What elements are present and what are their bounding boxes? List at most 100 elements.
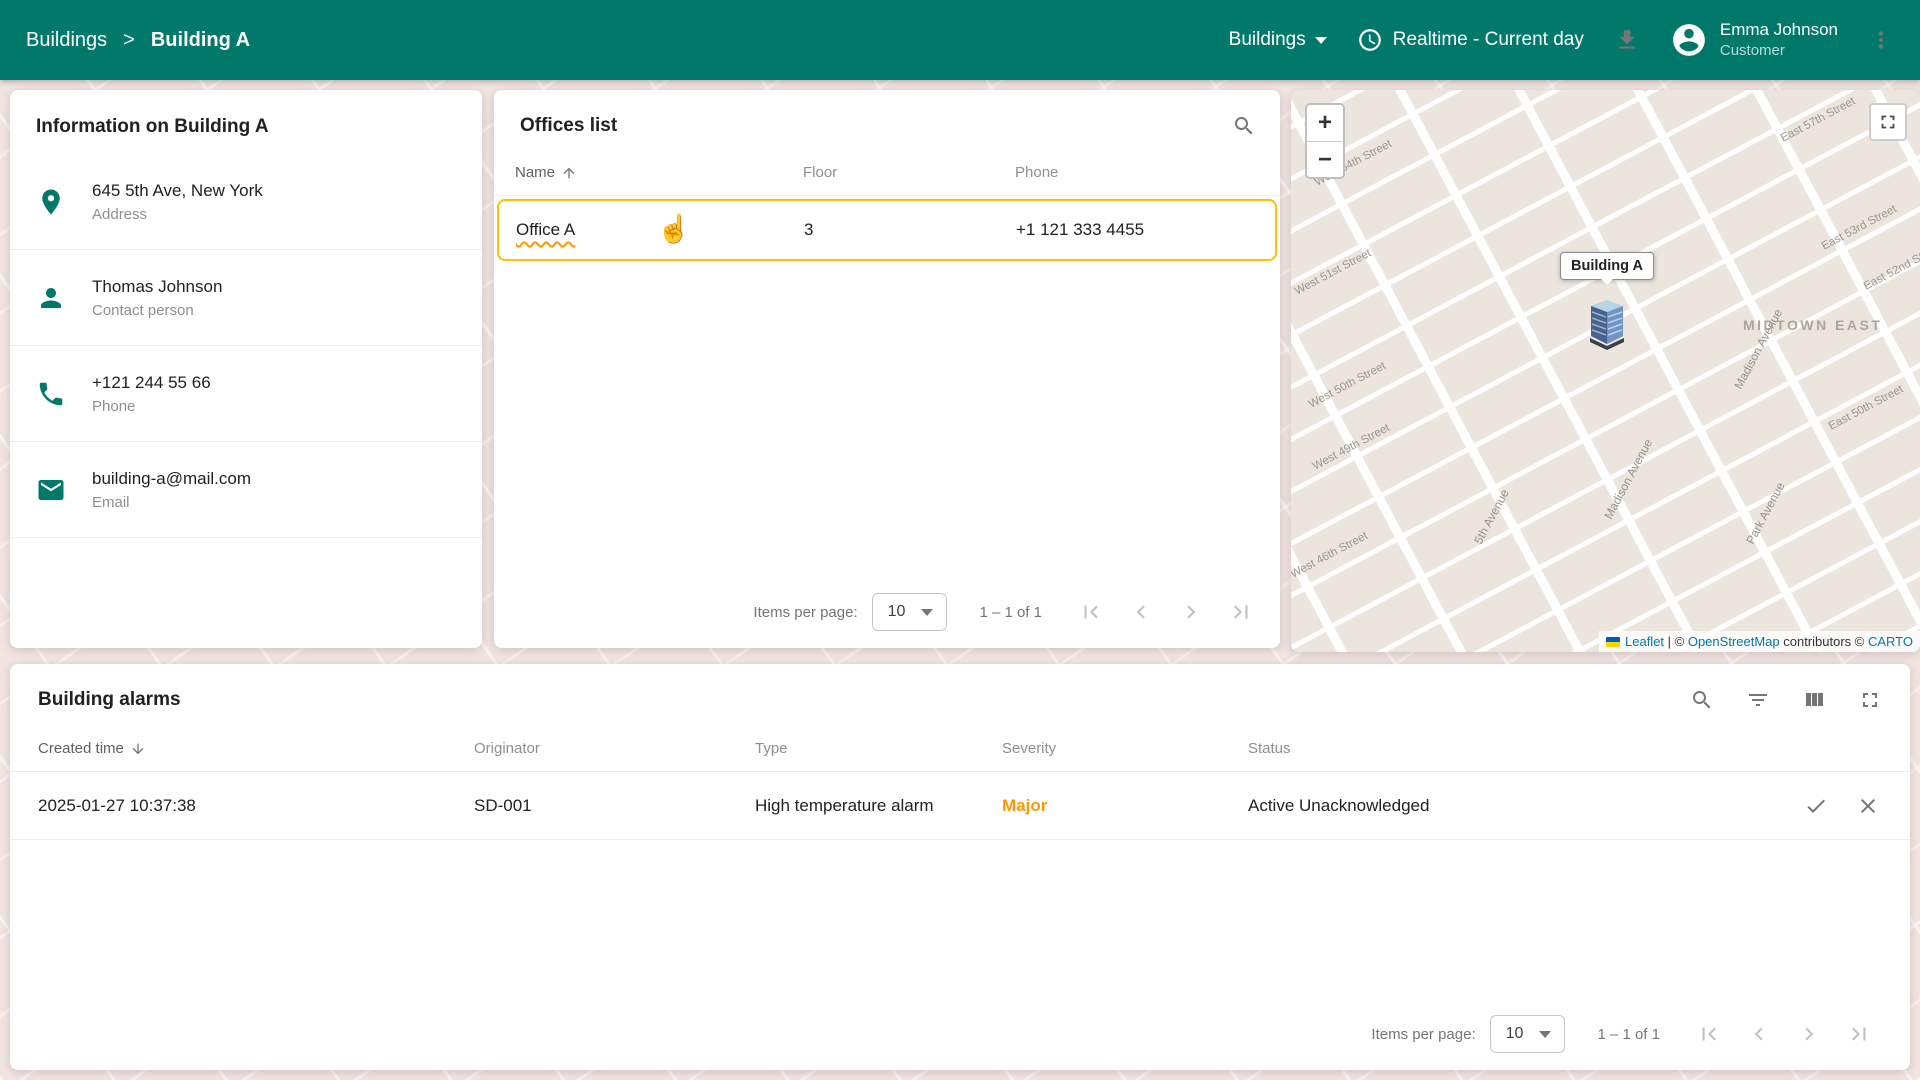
last-page-icon bbox=[1846, 1021, 1872, 1047]
alarm-originator-cell: SD-001 bbox=[474, 796, 755, 816]
next-page-button[interactable] bbox=[1178, 599, 1204, 625]
breadcrumb-root[interactable]: Buildings bbox=[26, 29, 107, 52]
clock-icon bbox=[1357, 27, 1383, 53]
user-menu[interactable]: Emma Johnson Customer bbox=[1670, 19, 1838, 61]
address-value: 645 5th Ave, New York bbox=[92, 181, 263, 201]
more-menu-button[interactable] bbox=[1868, 27, 1894, 53]
email-value: building-a@mail.com bbox=[92, 469, 251, 489]
leaflet-link[interactable]: Leaflet bbox=[1625, 634, 1664, 649]
avatar-icon bbox=[1670, 21, 1708, 59]
first-page-button[interactable] bbox=[1078, 599, 1104, 625]
entity-select-label: Buildings bbox=[1229, 29, 1306, 51]
alarms-fullscreen-button[interactable] bbox=[1858, 688, 1882, 712]
timewindow-label: Realtime - Current day bbox=[1393, 29, 1584, 51]
area-label: MIDTOWN EAST bbox=[1743, 317, 1882, 333]
user-name: Emma Johnson bbox=[1720, 19, 1838, 41]
alarms-search-button[interactable] bbox=[1690, 688, 1714, 712]
info-item-email: building-a@mail.com Email bbox=[10, 442, 482, 538]
breadcrumb-separator: > bbox=[123, 29, 135, 52]
items-per-page-label: Items per page: bbox=[753, 604, 857, 621]
contact-value: Thomas Johnson bbox=[92, 277, 222, 297]
ukraine-flag-icon bbox=[1606, 637, 1620, 647]
next-page-button[interactable] bbox=[1796, 1021, 1822, 1047]
osm-link[interactable]: OpenStreetMap bbox=[1688, 634, 1780, 649]
offices-list-card: Offices list Name Floor Phone Office A 3… bbox=[494, 90, 1280, 648]
check-icon bbox=[1804, 794, 1828, 818]
first-page-button[interactable] bbox=[1696, 1021, 1722, 1047]
alarms-column-type[interactable]: Type bbox=[755, 740, 1002, 757]
prev-page-button[interactable] bbox=[1746, 1021, 1772, 1047]
office-row[interactable]: Office A 3 +1 121 333 4455 ☝ bbox=[497, 199, 1277, 261]
topbar: Buildings > Building A Buildings Realtim… bbox=[0, 0, 1920, 80]
alarm-type-cell: High temperature alarm bbox=[755, 796, 1002, 816]
last-page-button[interactable] bbox=[1846, 1021, 1872, 1047]
chevron-right-icon bbox=[1796, 1021, 1822, 1047]
first-page-icon bbox=[1078, 599, 1104, 625]
download-button[interactable] bbox=[1614, 27, 1640, 53]
acknowledge-alarm-button[interactable] bbox=[1804, 794, 1828, 818]
offices-column-phone[interactable]: Phone bbox=[1015, 164, 1262, 181]
chevron-down-icon bbox=[921, 609, 933, 616]
alarms-paginator: Items per page: 10 1 – 1 of 1 bbox=[10, 998, 1910, 1070]
offices-search-button[interactable] bbox=[1232, 114, 1256, 138]
search-icon bbox=[1690, 688, 1714, 712]
clear-alarm-button[interactable] bbox=[1856, 794, 1880, 818]
last-page-button[interactable] bbox=[1228, 599, 1254, 625]
prev-page-button[interactable] bbox=[1128, 599, 1154, 625]
email-icon bbox=[36, 475, 66, 505]
map-marker-tooltip: Building A bbox=[1560, 252, 1654, 280]
timewindow-button[interactable]: Realtime - Current day bbox=[1357, 27, 1584, 53]
offices-table-header: Name Floor Phone bbox=[494, 150, 1280, 196]
info-item-address: 645 5th Ave, New York Address bbox=[10, 154, 482, 250]
building-alarms-card: Building alarms Created time Originator … bbox=[10, 664, 1910, 1070]
offices-card-title: Offices list bbox=[520, 115, 617, 137]
chevron-down-icon bbox=[1539, 1031, 1551, 1038]
fullscreen-icon bbox=[1858, 688, 1882, 712]
cursor-hand-icon: ☝ bbox=[657, 213, 691, 245]
sort-asc-icon bbox=[561, 165, 577, 181]
download-icon bbox=[1614, 27, 1640, 53]
basemap: West 54th Street East 57th Street West 5… bbox=[1291, 90, 1920, 652]
building-icon bbox=[1587, 292, 1627, 354]
building-marker[interactable] bbox=[1587, 292, 1627, 359]
map-attribution: Leaflet | © OpenStreetMap contributors ©… bbox=[1599, 631, 1920, 652]
zoom-control: + − bbox=[1305, 103, 1345, 179]
office-floor-cell: 3 bbox=[804, 220, 1016, 240]
building-info-card: Information on Building A 645 5th Ave, N… bbox=[10, 90, 482, 648]
alarms-column-originator[interactable]: Originator bbox=[474, 740, 755, 757]
entity-select-dropdown[interactable]: Buildings bbox=[1229, 29, 1327, 51]
first-page-icon bbox=[1696, 1021, 1722, 1047]
alarms-column-status[interactable]: Status bbox=[1248, 740, 1760, 757]
alarms-column-created[interactable]: Created time bbox=[38, 740, 474, 757]
alarm-status-cell: Active Unacknowledged bbox=[1248, 796, 1760, 816]
email-label: Email bbox=[92, 494, 251, 511]
breadcrumb: Buildings > Building A bbox=[26, 29, 250, 52]
items-per-page-select[interactable]: 10 bbox=[872, 593, 948, 631]
columns-icon bbox=[1802, 688, 1826, 712]
zoom-in-button[interactable]: + bbox=[1307, 105, 1343, 141]
carto-link[interactable]: CARTO bbox=[1868, 634, 1913, 649]
more-vert-icon bbox=[1868, 27, 1894, 53]
chevron-left-icon bbox=[1128, 599, 1154, 625]
breadcrumb-current: Building A bbox=[151, 29, 250, 52]
chevron-right-icon bbox=[1178, 599, 1204, 625]
phone-label: Phone bbox=[92, 398, 211, 415]
offices-column-name[interactable]: Name bbox=[515, 164, 803, 181]
alarm-severity-cell: Major bbox=[1002, 796, 1248, 816]
alarms-column-severity[interactable]: Severity bbox=[1002, 740, 1248, 757]
info-item-contact: Thomas Johnson Contact person bbox=[10, 250, 482, 346]
items-per-page-select[interactable]: 10 bbox=[1490, 1015, 1566, 1053]
place-icon bbox=[36, 187, 66, 217]
search-icon bbox=[1232, 114, 1256, 138]
alarms-filter-button[interactable] bbox=[1746, 688, 1770, 712]
sort-desc-icon bbox=[130, 741, 146, 757]
alarms-columns-button[interactable] bbox=[1802, 688, 1826, 712]
alarm-row[interactable]: 2025-01-27 10:37:38 SD-001 High temperat… bbox=[10, 772, 1910, 840]
offices-column-floor[interactable]: Floor bbox=[803, 164, 1015, 181]
map-card: West 54th Street East 57th Street West 5… bbox=[1291, 90, 1920, 652]
leaflet-map[interactable]: West 54th Street East 57th Street West 5… bbox=[1291, 90, 1920, 652]
zoom-out-button[interactable]: − bbox=[1307, 141, 1343, 177]
user-role: Customer bbox=[1720, 41, 1838, 61]
map-fullscreen-button[interactable] bbox=[1869, 103, 1907, 141]
phone-value: +121 244 55 66 bbox=[92, 373, 211, 393]
